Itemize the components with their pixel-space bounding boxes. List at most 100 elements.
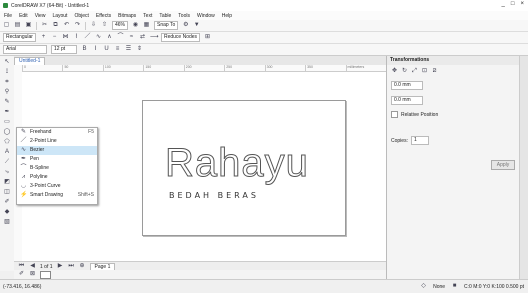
size-icon[interactable]: ⊡ [421, 68, 428, 75]
x-position-field[interactable]: 0.0 mm [391, 81, 423, 90]
next-page-icon[interactable]: ▶ [57, 263, 64, 270]
symmetrical-node-icon[interactable]: ≈ [128, 34, 135, 41]
flyout-item-bezier[interactable]: ∿ Bezier [17, 146, 97, 155]
menu-text[interactable]: Text [143, 13, 152, 19]
eyedropper-tool-icon[interactable]: ✐ [4, 199, 11, 206]
font-size-dropdown[interactable]: 12 pt [51, 45, 77, 54]
tab-untitled-1[interactable]: Untitled-1 [14, 57, 46, 65]
document-page[interactable]: Rahayu BEDAH BERAS [142, 100, 346, 236]
artwork-subtitle-text[interactable]: BEDAH BERAS [169, 191, 259, 200]
flyout-item-2-point-line[interactable]: ／ 2-Point Line [17, 137, 97, 146]
menu-object[interactable]: Object [74, 13, 88, 19]
text-direction-icon[interactable]: ⇕ [136, 46, 143, 53]
menu-effects[interactable]: Effects [96, 13, 111, 19]
blend-tool-icon[interactable]: ◩ [4, 179, 11, 186]
zoom-level-field[interactable]: 46% [112, 21, 129, 30]
to-curve-icon[interactable]: ∿ [95, 34, 102, 41]
menu-help[interactable]: Help [222, 13, 232, 19]
relative-position-checkbox[interactable] [391, 111, 398, 118]
font-list-dropdown[interactable]: Arial [3, 45, 47, 54]
open-icon[interactable]: ▤ [14, 22, 21, 29]
menu-edit[interactable]: Edit [19, 13, 28, 19]
copies-field[interactable]: 1 [410, 136, 429, 145]
horizontal-ruler[interactable]: 0 50 100 150 200 250 300 350 millimeters [22, 65, 386, 72]
polygon-tool-icon[interactable]: ⬠ [4, 139, 11, 146]
close-button[interactable]: × [520, 1, 524, 7]
menu-layout[interactable]: Layout [52, 13, 67, 19]
select-all-nodes-icon[interactable]: ⊞ [204, 34, 211, 41]
parallel-dimension-tool-icon[interactable]: ⟋ [4, 159, 11, 166]
outline-icon[interactable]: ■ [451, 283, 458, 290]
crop-tool-icon[interactable]: ⌗ [4, 79, 11, 86]
full-screen-icon[interactable]: ◉ [132, 22, 139, 29]
add-node-icon[interactable]: + [40, 34, 47, 41]
reverse-direction-icon[interactable]: ⇄ [139, 34, 146, 41]
freehand-tool-icon[interactable]: ✎ [4, 99, 11, 106]
pick-tool-icon[interactable]: ↖ [4, 59, 11, 66]
position-icon[interactable]: ✥ [391, 68, 398, 75]
copy-icon[interactable]: ⧉ [52, 22, 59, 29]
last-page-icon[interactable]: ⏭ [68, 263, 75, 270]
flyout-item-b-spline[interactable]: ⌒ B-Spline [17, 164, 97, 173]
flyout-item-freehand[interactable]: ✎ Freehand F5 [17, 128, 97, 137]
menu-bitmaps[interactable]: Bitmaps [118, 13, 136, 19]
cut-icon[interactable]: ✂ [41, 22, 48, 29]
flyout-item-smart-drawing[interactable]: ⚡ Smart Drawing Shift+S [17, 191, 97, 200]
docker-side-tabs[interactable] [519, 56, 528, 279]
extend-curve-icon[interactable]: ⟶ [150, 34, 159, 41]
cusp-node-icon[interactable]: ∧ [106, 34, 113, 41]
reduce-nodes-button[interactable]: Reduce Nodes [160, 33, 201, 42]
smart-fill-tool-icon[interactable]: ▧ [4, 219, 11, 226]
bullet-list-icon[interactable]: ☰ [125, 46, 132, 53]
flyout-item-pen[interactable]: ✒ Pen [17, 155, 97, 164]
color-swatch[interactable] [40, 270, 51, 279]
menu-view[interactable]: View [35, 13, 46, 19]
artistic-media-tool-icon[interactable]: ✒ [4, 109, 11, 116]
import-icon[interactable]: ⇩ [90, 22, 97, 29]
scale-icon[interactable]: ⤢ [411, 68, 418, 75]
rulers-icon[interactable]: ▦ [143, 22, 150, 29]
underline-icon[interactable]: U [103, 46, 110, 53]
transparency-tool-icon[interactable]: ◫ [4, 189, 11, 196]
new-icon[interactable]: ▢ [3, 22, 10, 29]
join-nodes-icon[interactable]: ⋈ [62, 34, 69, 41]
options-icon[interactable]: ⚙ [182, 22, 189, 29]
maximize-button[interactable]: □ [511, 1, 515, 7]
artwork-logo-text[interactable]: Rahayu [165, 141, 309, 186]
save-icon[interactable]: ▣ [25, 22, 32, 29]
launch-icon[interactable]: ▼ [193, 22, 200, 29]
menu-tools[interactable]: Tools [178, 13, 190, 19]
delete-node-icon[interactable]: − [51, 34, 58, 41]
minimize-button[interactable]: _ [502, 1, 505, 7]
selection-mode-dropdown[interactable]: Rectangular [3, 33, 36, 42]
to-line-icon[interactable]: ／ [84, 34, 91, 41]
connector-tool-icon[interactable]: ⤷ [4, 169, 11, 176]
break-curve-icon[interactable]: ⌇ [73, 34, 80, 41]
zoom-tool-icon[interactable]: ⚲ [4, 89, 11, 96]
italic-icon[interactable]: I [92, 46, 99, 53]
first-page-icon[interactable]: ⏮ [18, 263, 25, 270]
redo-icon[interactable]: ↷ [74, 22, 81, 29]
rotate-icon[interactable]: ↻ [401, 68, 408, 75]
skew-icon[interactable]: ⧄ [431, 68, 438, 75]
shape-tool-icon[interactable]: ⟟ [4, 69, 11, 76]
ellipse-tool-icon[interactable]: ◯ [4, 129, 11, 136]
flyout-item-polyline[interactable]: ⩘ Polyline [17, 173, 97, 182]
align-icon[interactable]: ≡ [114, 46, 121, 53]
export-icon[interactable]: ⇧ [101, 22, 108, 29]
undo-icon[interactable]: ↶ [63, 22, 70, 29]
text-tool-icon[interactable]: A [4, 149, 11, 156]
snap-to-dropdown[interactable]: Snap To [154, 21, 179, 30]
previous-page-icon[interactable]: ◀ [29, 263, 36, 270]
add-page-icon[interactable]: ⊕ [79, 263, 86, 270]
menu-table[interactable]: Table [159, 13, 171, 19]
interactive-fill-tool-icon[interactable]: ◆ [4, 209, 11, 216]
bold-icon[interactable]: B [81, 46, 88, 53]
fill-icon[interactable]: ◇ [420, 283, 427, 290]
eyedropper-icon[interactable]: ✐ [18, 271, 25, 278]
rectangle-tool-icon[interactable]: ▭ [4, 119, 11, 126]
menu-window[interactable]: Window [197, 13, 215, 19]
smooth-node-icon[interactable]: ⌒ [117, 34, 124, 41]
menu-file[interactable]: File [4, 13, 12, 19]
no-color-icon[interactable]: ⊠ [29, 271, 36, 278]
